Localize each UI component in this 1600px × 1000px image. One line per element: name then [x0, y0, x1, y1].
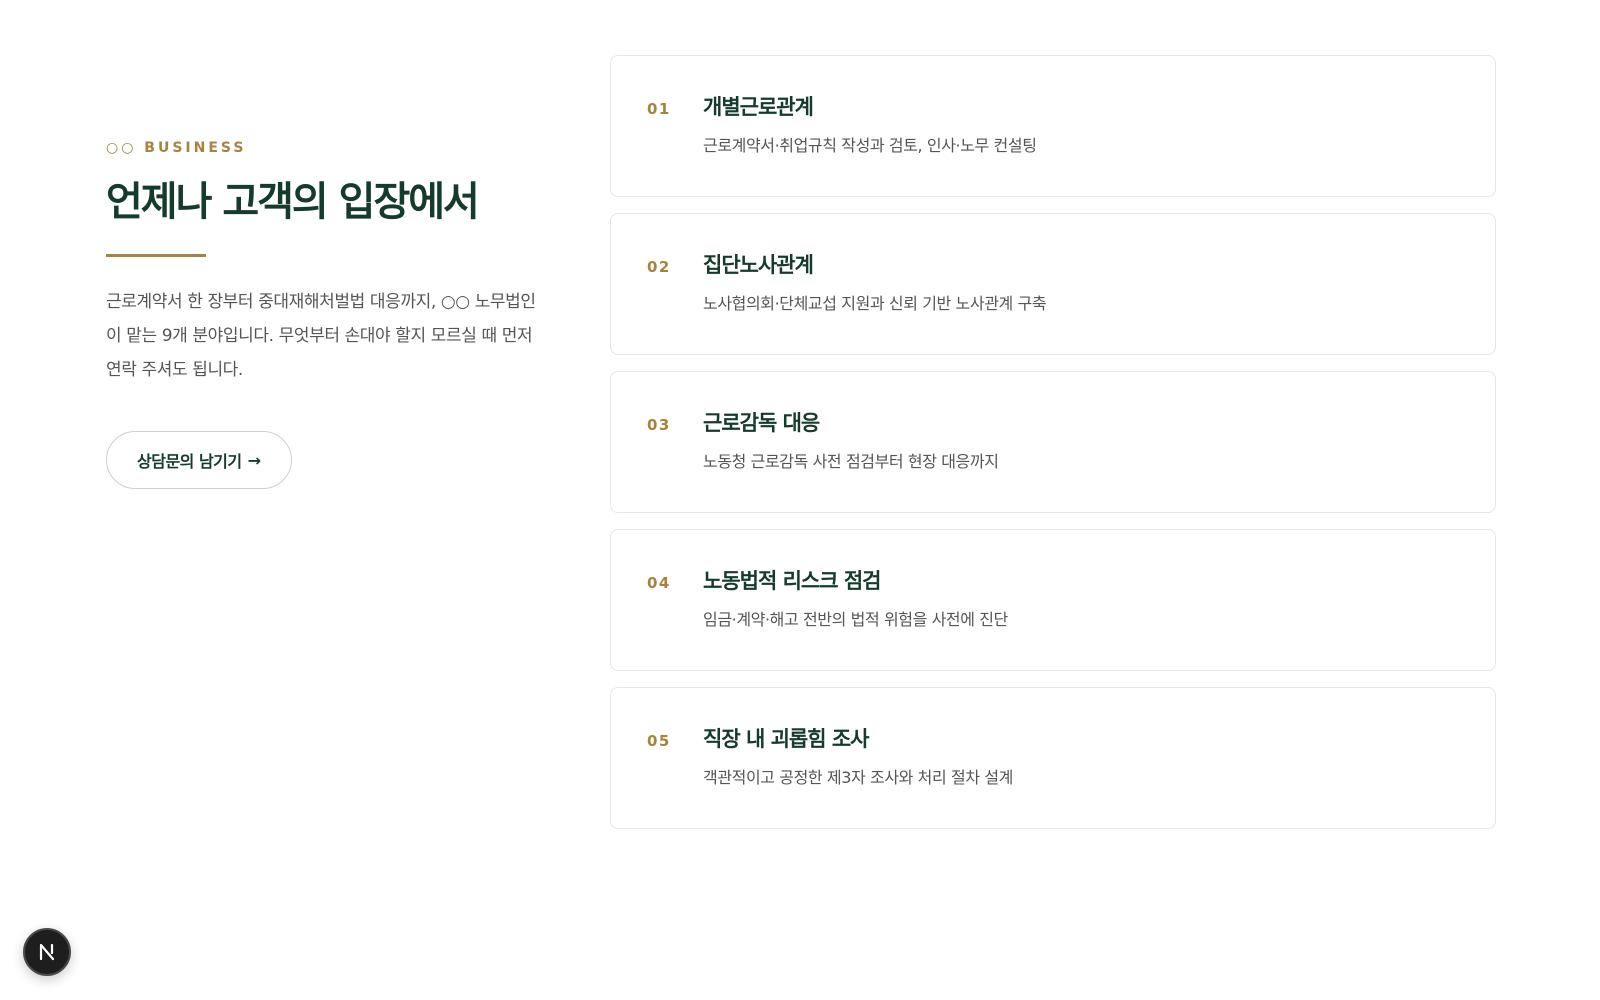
service-card-collective-labor[interactable]: 02 집단노사관계 노사협의회·단체교섭 지원과 신뢰 기반 노사관계 구축: [610, 213, 1496, 355]
service-card-labor-inspection[interactable]: 03 근로감독 대응 노동청 근로감독 사전 점검부터 현장 대응까지: [610, 371, 1496, 513]
service-description: 객관적이고 공정한 제3자 조사와 처리 절차 설계: [703, 768, 1013, 787]
section-headline: 언제나 고객의 입장에서: [106, 179, 480, 225]
section-intro: 근로계약서 한 장부터 중대재해처벌법 대응까지, ○○ 노무법인이 맡는 9개…: [106, 292, 536, 380]
nextjs-dev-badge[interactable]: [23, 928, 71, 976]
arrow-right-icon: →: [247, 450, 261, 470]
service-number: 02: [647, 258, 671, 276]
service-card-individual-labor[interactable]: 01 개별근로관계 근로계약서·취업규칙 작성과 검토, 인사·노무 컨설팅: [610, 55, 1496, 197]
page: ○○ BUSINESS 언제나 고객의 입장에서 근로계약서 한 장부터 중대재…: [0, 0, 1600, 1000]
consultation-button[interactable]: 상담문의 남기기 →: [106, 431, 292, 489]
service-description: 근로계약서·취업규칙 작성과 검토, 인사·노무 컨설팅: [703, 136, 1037, 155]
service-number: 04: [647, 574, 671, 592]
service-description: 노동청 근로감독 사전 점검부터 현장 대응까지: [703, 452, 999, 471]
hero-section: ○○ BUSINESS 언제나 고객의 입장에서 근로계약서 한 장부터 중대재…: [106, 138, 546, 489]
service-title: 근로감독 대응: [703, 411, 820, 435]
nextjs-logo-icon: [39, 943, 55, 961]
service-description: 임금·계약·해고 전반의 법적 위험을 사전에 진단: [703, 610, 1008, 629]
service-card-harassment-investigation[interactable]: 05 직장 내 괴롭힘 조사 객관적이고 공정한 제3자 조사와 처리 절차 설…: [610, 687, 1496, 829]
service-title: 집단노사관계: [703, 253, 814, 277]
service-description: 노사협의회·단체교섭 지원과 신뢰 기반 노사관계 구축: [703, 294, 1047, 313]
service-title: 개별근로관계: [703, 95, 814, 119]
service-title: 노동법적 리스크 점검: [703, 569, 882, 593]
service-list: 01 개별근로관계 근로계약서·취업규칙 작성과 검토, 인사·노무 컨설팅 0…: [610, 55, 1496, 845]
accent-divider: [106, 254, 206, 257]
section-eyebrow: ○○ BUSINESS: [106, 140, 247, 156]
service-number: 01: [647, 100, 671, 118]
service-number: 05: [647, 732, 671, 750]
service-number: 03: [647, 416, 671, 434]
consultation-button-label: 상담문의 남기기: [137, 452, 242, 471]
service-title: 직장 내 괴롭힘 조사: [703, 727, 869, 751]
service-card-legal-risk-check[interactable]: 04 노동법적 리스크 점검 임금·계약·해고 전반의 법적 위험을 사전에 진…: [610, 529, 1496, 671]
